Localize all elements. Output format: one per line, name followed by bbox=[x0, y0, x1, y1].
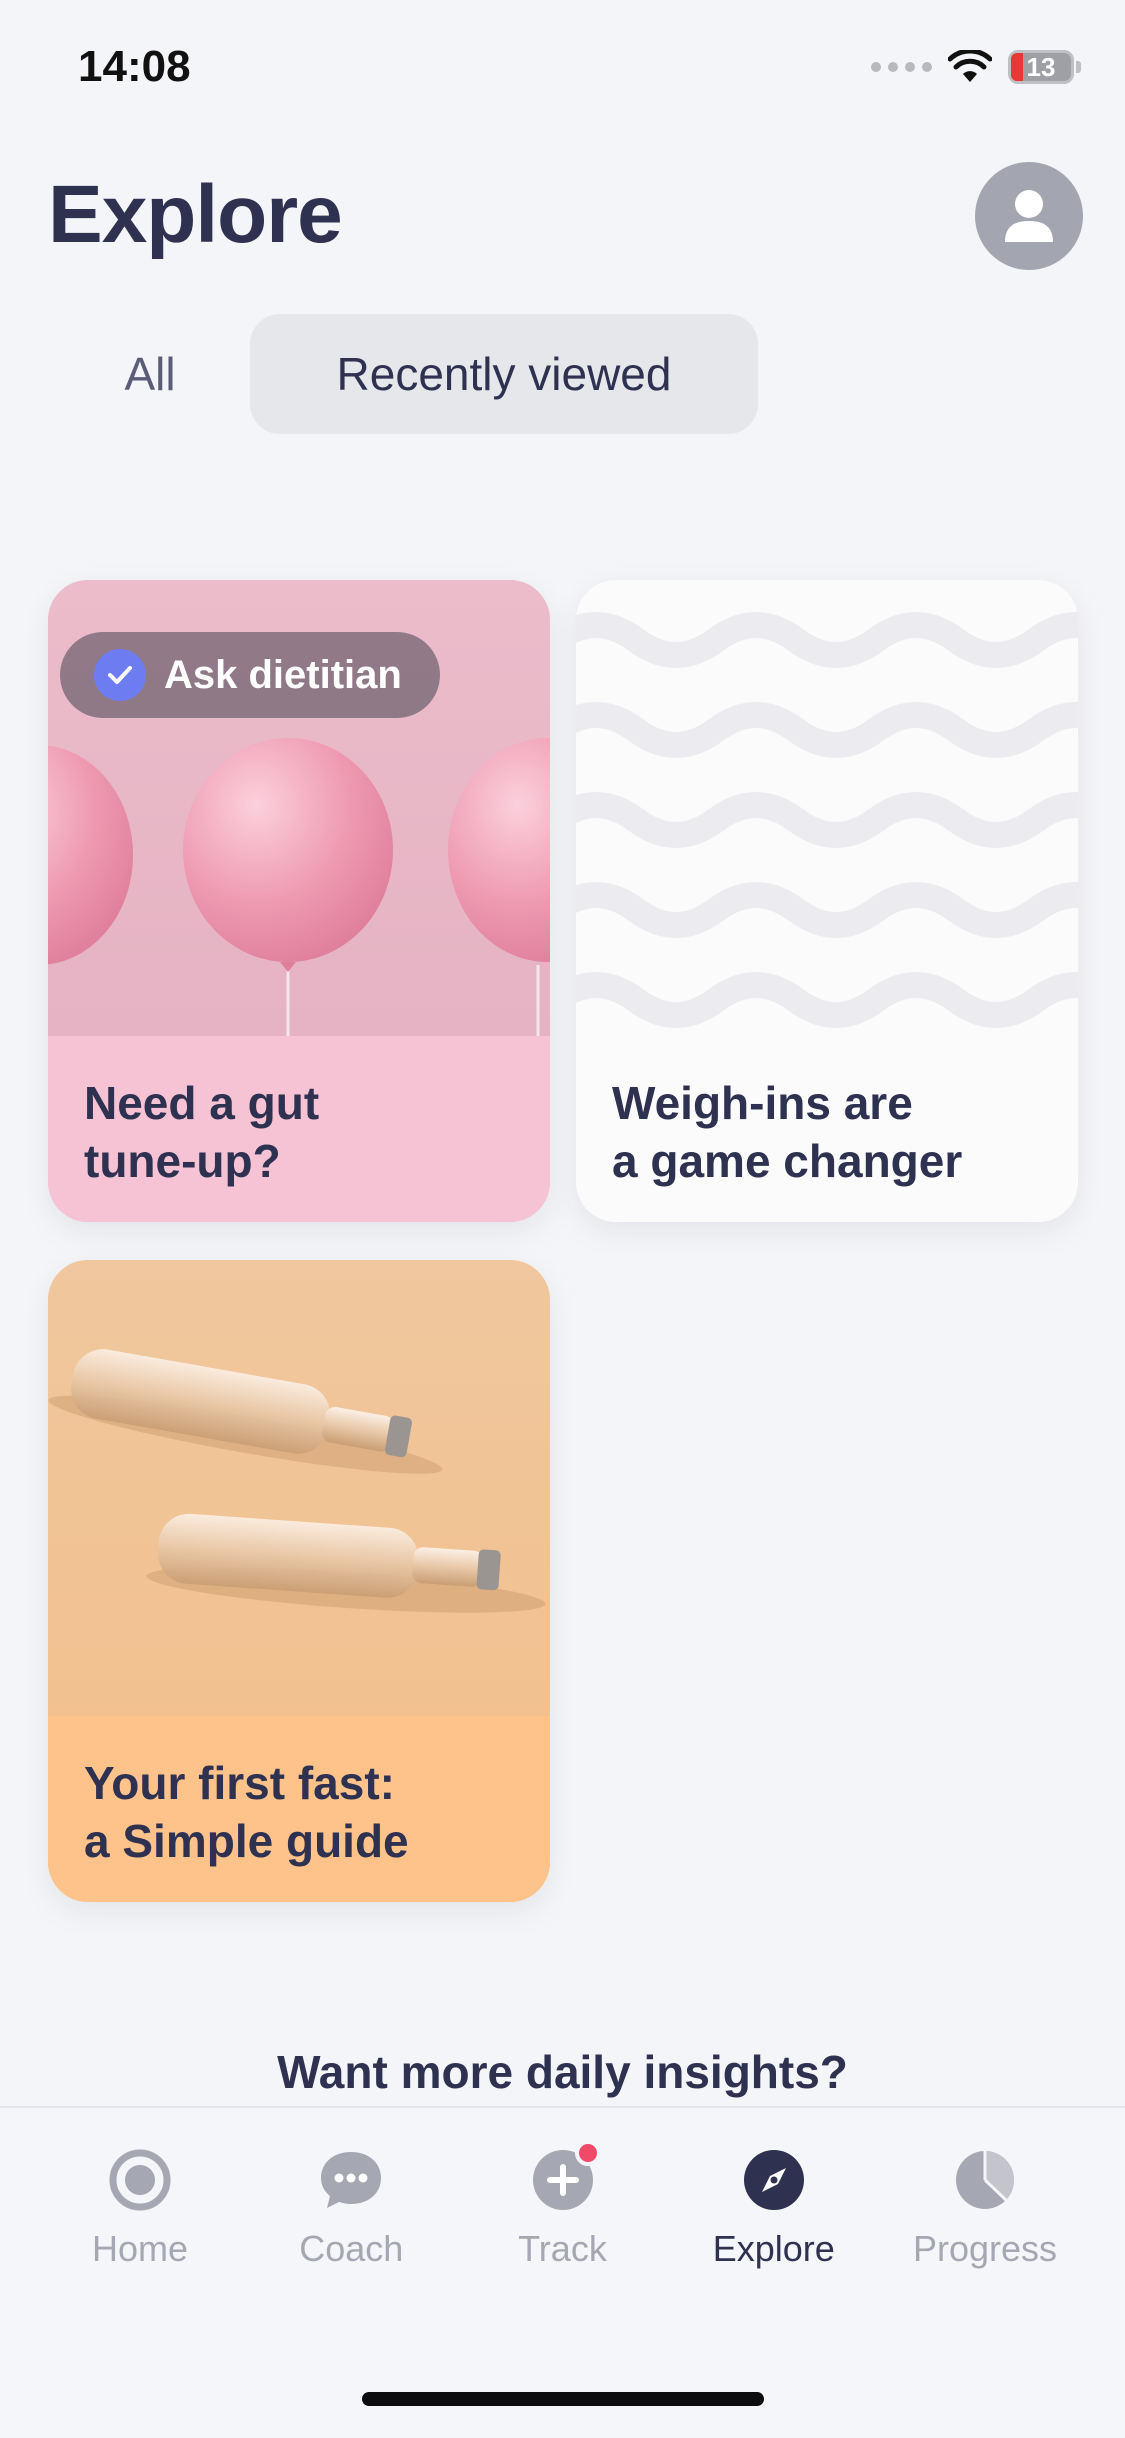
badge-label: Ask dietitian bbox=[164, 652, 402, 697]
daily-insights-prompt[interactable]: Want more daily insights? bbox=[0, 2045, 1125, 2099]
article-card-first-fast[interactable]: Your first fast: a Simple guide bbox=[48, 1260, 550, 1902]
status-icons: 13 bbox=[871, 50, 1081, 84]
cellular-signal-icon bbox=[871, 62, 932, 72]
wave-pattern-image bbox=[576, 580, 1078, 1036]
tab-all[interactable]: All bbox=[50, 314, 250, 434]
tab-label: Home bbox=[91, 2228, 189, 2269]
page-title: Explore bbox=[48, 169, 343, 260]
battery-level: 13 bbox=[1026, 51, 1056, 82]
tab-home[interactable]: Home bbox=[40, 2148, 240, 2270]
article-card-weigh-ins[interactable]: Weigh-ins are a game changer bbox=[576, 580, 1078, 1222]
ask-dietitian-badge: Ask dietitian bbox=[60, 632, 440, 718]
card-title: Your first fast: a Simple guide bbox=[84, 1757, 409, 1867]
check-icon bbox=[94, 649, 146, 701]
profile-avatar-button[interactable] bbox=[975, 162, 1083, 270]
filter-tabs: All Recently viewed bbox=[50, 314, 758, 434]
glass-bottles-image bbox=[48, 1260, 550, 1716]
tab-coach[interactable]: Coach bbox=[251, 2148, 451, 2270]
tab-track[interactable]: Track bbox=[463, 2140, 663, 2270]
bottom-tab-bar: Home Coach Track Explore Progress bbox=[0, 2106, 1125, 2438]
card-title: Weigh-ins are a game changer bbox=[612, 1077, 963, 1187]
article-card-gut-tune-up[interactable]: Ask dietitian Need a gut tune-up? bbox=[48, 580, 550, 1222]
tab-label: Explore bbox=[712, 2228, 835, 2269]
compass-icon bbox=[742, 2148, 806, 2212]
tab-label: Progress bbox=[912, 2228, 1058, 2269]
battery-icon: 13 bbox=[1008, 50, 1074, 84]
tab-progress[interactable]: Progress bbox=[885, 2148, 1085, 2270]
plus-circle-icon bbox=[531, 2140, 601, 2212]
user-icon bbox=[1005, 190, 1053, 242]
card-title: Need a gut tune-up? bbox=[84, 1077, 320, 1187]
pie-chart-icon bbox=[953, 2148, 1017, 2212]
wifi-icon bbox=[948, 50, 992, 82]
tab-recently-viewed[interactable]: Recently viewed bbox=[250, 314, 758, 434]
tab-label: Coach bbox=[299, 2228, 404, 2269]
home-indicator bbox=[362, 2392, 764, 2406]
home-icon bbox=[108, 2148, 172, 2212]
tab-explore[interactable]: Explore bbox=[674, 2148, 874, 2270]
status-time: 14:08 bbox=[78, 42, 191, 91]
battery-tip bbox=[1076, 61, 1081, 73]
notification-dot bbox=[574, 2140, 601, 2166]
chat-bubble-icon bbox=[319, 2148, 383, 2212]
tab-label: Track bbox=[518, 2228, 607, 2269]
